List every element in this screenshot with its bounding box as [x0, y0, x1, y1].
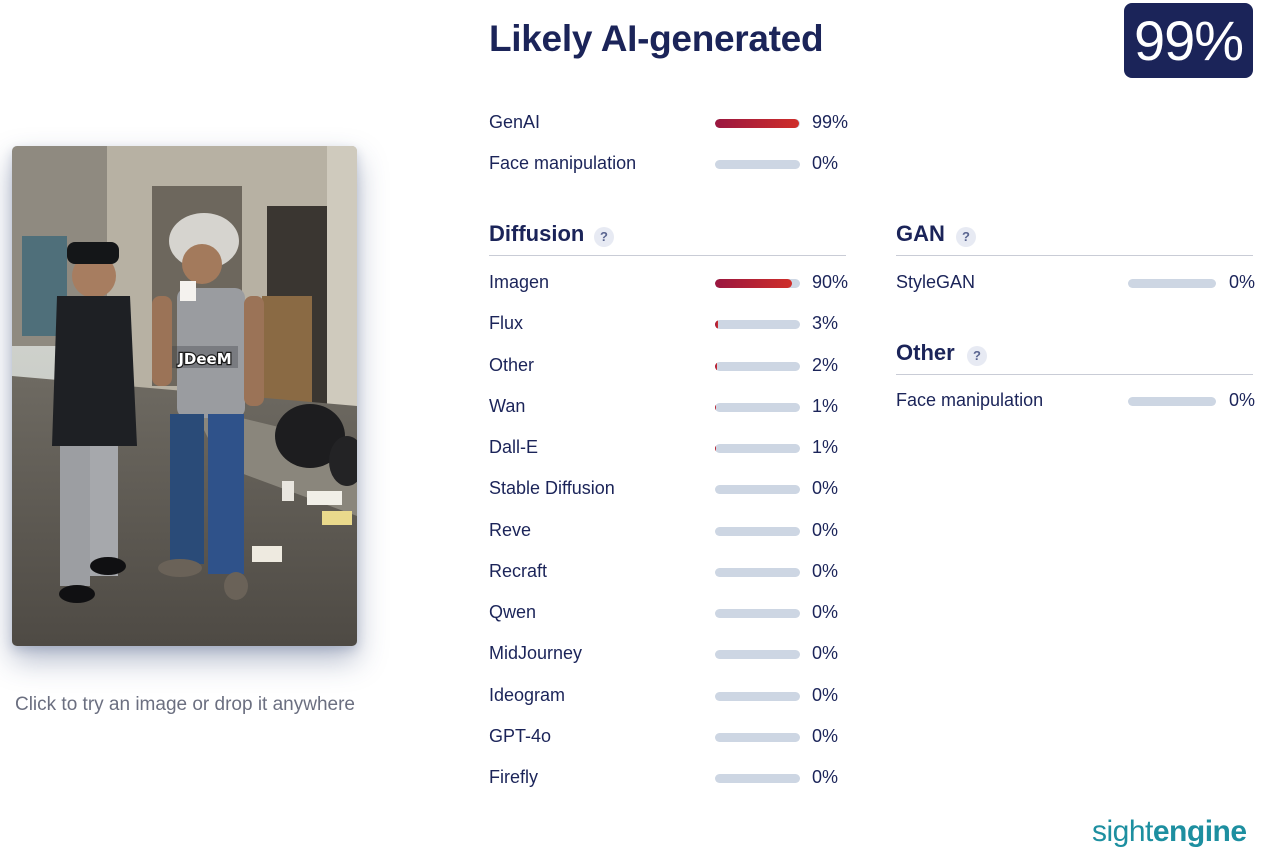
upload-hint: Click to try an image or drop it anywher…	[14, 694, 356, 715]
brand-logo[interactable]: sightengine	[1092, 815, 1247, 849]
diffusion-row-ideogram: Ideogram 0%	[489, 685, 859, 709]
score-bar-fill	[715, 402, 716, 412]
score-bar	[715, 567, 800, 577]
street-photo: JDeeM	[12, 146, 357, 646]
diffusion-row-wan: Wan 1%	[489, 396, 859, 420]
score-bar	[715, 119, 800, 128]
score-bar	[715, 279, 800, 288]
row-percent: 0%	[812, 602, 839, 622]
row-percent: 0%	[812, 560, 839, 581]
score-bar	[715, 609, 800, 618]
row-percent: 0%	[812, 478, 839, 499]
diffusion-row-flux: Flux 3%	[489, 313, 859, 337]
row-label: Wan	[489, 395, 526, 416]
section-other: Other ?	[896, 340, 1253, 375]
row-percent: 1%	[812, 437, 839, 457]
watermark-text: JDeeM	[177, 350, 231, 368]
score-bar-fill	[715, 119, 800, 128]
row-label: Dall-E	[489, 437, 539, 457]
score-bar	[715, 485, 800, 495]
diffusion-row-qwen: Qwen 0%	[489, 602, 859, 626]
row-percent: 0%	[1229, 272, 1256, 292]
upload-panel: JDeeM Click to try an image or drop it a…	[0, 0, 370, 853]
diffusion-row-reve: Reve 0%	[489, 520, 859, 544]
help-icon[interactable]: ?	[594, 227, 614, 247]
row-label: Other	[489, 354, 535, 375]
score-bar	[715, 691, 800, 701]
row-label: Qwen	[489, 602, 537, 622]
brand-part-1: sight	[1092, 815, 1153, 848]
score-bar	[715, 732, 800, 742]
row-label: Ideogram	[489, 684, 566, 705]
row-label: Flux	[489, 313, 524, 334]
row-percent: 0%	[812, 767, 839, 787]
row-percent: 90%	[812, 272, 849, 292]
score-badge: 99%	[1124, 3, 1253, 78]
score-bar	[715, 526, 800, 536]
row-percent: 3%	[812, 313, 839, 334]
diffusion-row-other: Other 2%	[489, 355, 859, 379]
row-label: GenAI	[489, 112, 541, 132]
diffusion-row-imagen: Imagen 90%	[489, 272, 859, 296]
row-label: Reve	[489, 519, 532, 540]
section-title: GAN	[896, 221, 945, 246]
score-bar	[715, 320, 800, 330]
row-label: MidJourney	[489, 643, 583, 664]
row-percent: 1%	[812, 395, 839, 416]
row-percent: 2%	[812, 354, 839, 375]
score-bar	[1128, 279, 1216, 288]
uploaded-image[interactable]: JDeeM	[12, 146, 357, 646]
score-bar-fill	[715, 361, 717, 371]
help-icon[interactable]: ?	[956, 227, 976, 247]
row-percent: 99%	[812, 112, 849, 132]
help-icon[interactable]: ?	[967, 346, 987, 366]
row-percent: 0%	[812, 684, 839, 705]
score-bar	[715, 650, 800, 660]
diffusion-row-recraft: Recraft 0%	[489, 561, 859, 585]
diffusion-row-firefly: Firefly 0%	[489, 767, 859, 791]
section-gan: GAN ?	[896, 221, 1253, 256]
score-bar-fill	[715, 279, 792, 288]
diffusion-row-midjourney: MidJourney 0%	[489, 643, 859, 667]
summary-row-face-manipulation: Face manipulation 0%	[489, 153, 859, 177]
row-label: GPT-4o	[489, 725, 552, 746]
section-diffusion: Diffusion ?	[489, 221, 846, 256]
row-percent: 0%	[812, 643, 839, 664]
row-percent: 0%	[812, 725, 839, 746]
row-label: Recraft	[489, 560, 548, 581]
summary-row-genai: GenAI 99%	[489, 112, 859, 136]
row-label: Imagen	[489, 272, 550, 292]
brand-part-2: engine	[1152, 815, 1247, 848]
section-title: Diffusion	[489, 221, 585, 246]
section-title: Other	[896, 340, 955, 365]
diffusion-row-gpt-4o: GPT-4o 0%	[489, 726, 859, 750]
score-bar	[715, 160, 800, 169]
row-label: Firefly	[489, 767, 538, 787]
diffusion-row-stable-diffusion: Stable Diffusion 0%	[489, 478, 859, 502]
row-label: Face manipulation	[896, 390, 1044, 410]
row-percent: 0%	[1229, 390, 1256, 410]
gan-row-stylegan: StyleGAN 0%	[896, 272, 1258, 296]
row-label: Stable Diffusion	[489, 478, 615, 499]
score-bar	[715, 402, 800, 412]
score-bar-fill	[715, 444, 716, 453]
diffusion-row-dall-e: Dall-E 1%	[489, 437, 859, 461]
row-percent: 0%	[812, 153, 839, 173]
other-row-face-manipulation: Face manipulation 0%	[896, 390, 1258, 414]
score-bar	[1128, 397, 1216, 406]
score-bar	[715, 774, 800, 783]
row-label: Face manipulation	[489, 153, 637, 173]
score-bar	[715, 444, 800, 453]
row-label: StyleGAN	[896, 272, 976, 292]
row-percent: 0%	[812, 519, 839, 540]
score-bar	[715, 361, 800, 371]
score-bar-fill	[715, 320, 718, 330]
verdict-title: Likely AI-generated	[489, 18, 824, 59]
